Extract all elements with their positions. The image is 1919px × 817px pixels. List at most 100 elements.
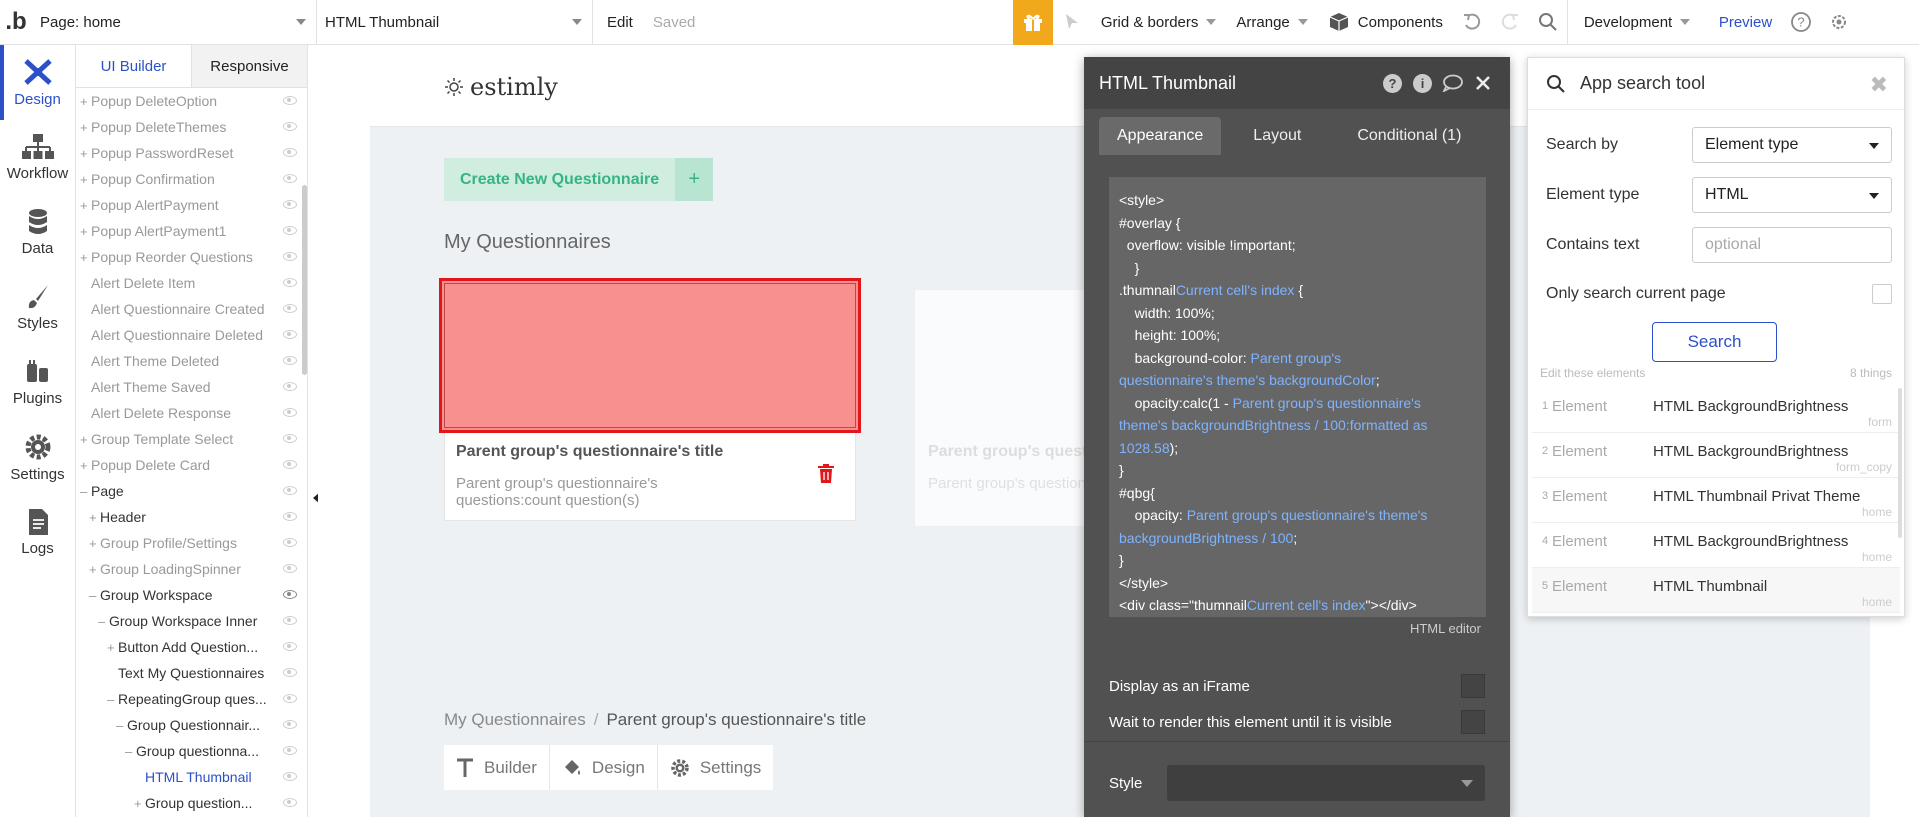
tab-appearance[interactable]: Appearance: [1099, 117, 1222, 155]
rail-plugins[interactable]: Plugins: [0, 345, 75, 420]
breadcrumb-root[interactable]: My Questionnaires: [444, 710, 586, 729]
development-menu[interactable]: Development: [1566, 0, 1709, 45]
dynamic-expression[interactable]: Current cell's index: [1176, 282, 1295, 298]
tree-item[interactable]: Alert Questionnaire Created: [76, 296, 307, 322]
expand-icon[interactable]: +: [80, 146, 91, 161]
tree-item[interactable]: – Group questionna...: [76, 738, 307, 764]
eye-icon[interactable]: [283, 694, 297, 703]
tree-item[interactable]: + Group question...: [76, 790, 307, 816]
collapse-icon[interactable]: –: [80, 484, 91, 499]
select-cursor-icon[interactable]: [1053, 0, 1091, 45]
eye-icon[interactable]: [283, 356, 297, 365]
expand-icon[interactable]: +: [134, 796, 145, 811]
wait-render-checkbox[interactable]: [1461, 710, 1485, 734]
search-tool-header[interactable]: App search tool: [1528, 58, 1904, 110]
tree-item[interactable]: + Popup Reorder Questions: [76, 244, 307, 270]
eye-icon[interactable]: [283, 408, 297, 417]
help-button[interactable]: ?: [1380, 73, 1405, 93]
bubble-logo[interactable]: .b: [0, 0, 32, 45]
contains-text-input[interactable]: optional: [1692, 227, 1892, 263]
tree-item[interactable]: Alert Questionnaire Deleted: [76, 322, 307, 348]
collapse-icon[interactable]: –: [89, 588, 100, 603]
dynamic-expression[interactable]: backgroundBrightness / 100: [1119, 530, 1293, 546]
tree-item[interactable]: + Popup Delete Card: [76, 452, 307, 478]
expand-icon[interactable]: +: [80, 120, 91, 135]
display-iframe-checkbox[interactable]: [1461, 674, 1485, 698]
my-questionnaires-heading[interactable]: My Questionnaires: [444, 231, 611, 254]
dynamic-expression[interactable]: Current cell's index: [1247, 597, 1366, 613]
card-question-count[interactable]: Parent group's questionnaire's questions…: [456, 475, 696, 509]
search-result-row[interactable]: 5 Element HTML Thumbnail home: [1532, 568, 1900, 613]
search-button[interactable]: Search: [1652, 322, 1777, 362]
create-questionnaire-button[interactable]: Create New Questionnaire +: [444, 158, 714, 201]
eye-icon[interactable]: [283, 798, 297, 807]
expand-icon[interactable]: +: [80, 458, 91, 473]
html-editor-link[interactable]: HTML editor: [1410, 621, 1481, 636]
edit-these-elements-link[interactable]: Edit these elements: [1540, 366, 1645, 380]
tree-item[interactable]: Alert Theme Deleted: [76, 348, 307, 374]
grid-borders-menu[interactable]: Grid & borders: [1091, 0, 1227, 45]
tab-responsive[interactable]: Responsive: [192, 45, 307, 87]
rail-settings[interactable]: Settings: [0, 420, 75, 495]
eye-icon[interactable]: [283, 382, 297, 391]
eye-icon[interactable]: [283, 720, 297, 729]
tab-design[interactable]: Design: [550, 745, 658, 790]
eye-icon[interactable]: [283, 304, 297, 313]
eye-icon[interactable]: [283, 590, 297, 599]
info-button[interactable]: i: [1410, 73, 1435, 93]
eye-icon[interactable]: [283, 564, 297, 573]
undo-button[interactable]: [1453, 0, 1491, 45]
tree-item[interactable]: – Page: [76, 478, 307, 504]
search-by-select[interactable]: Element type: [1692, 127, 1892, 163]
search-result-row[interactable]: 3 Element HTML Thumbnail Privat Theme home: [1532, 478, 1900, 523]
style-dropdown[interactable]: [1167, 765, 1485, 801]
tab-conditional[interactable]: Conditional (1): [1339, 117, 1479, 155]
delete-card-button[interactable]: [818, 464, 834, 486]
rail-styles[interactable]: Styles: [0, 270, 75, 345]
tree-item[interactable]: + Popup Confirmation: [76, 166, 307, 192]
eye-icon[interactable]: [283, 434, 297, 443]
tree-item[interactable]: Alert Delete Item: [76, 270, 307, 296]
tree-scrollbar[interactable]: [302, 185, 307, 375]
search-result-row[interactable]: 2 Element HTML BackgroundBrightness form_co…: [1532, 433, 1900, 478]
expand-icon[interactable]: +: [80, 198, 91, 213]
dynamic-expression[interactable]: Parent group's: [1251, 350, 1342, 366]
tree-item[interactable]: + Popup DeleteThemes: [76, 114, 307, 140]
dynamic-expression[interactable]: Parent group's questionnaire's theme's: [1187, 507, 1428, 523]
tree-item[interactable]: + Header: [76, 504, 307, 530]
rail-workflow[interactable]: Workflow: [0, 120, 75, 195]
rail-logs[interactable]: Logs: [0, 495, 75, 570]
expand-icon[interactable]: +: [80, 224, 91, 239]
preview-button[interactable]: Preview: [1709, 0, 1782, 45]
page-select[interactable]: Page: home: [32, 0, 317, 45]
rail-design[interactable]: Design: [0, 45, 75, 120]
tree-item[interactable]: + Popup PasswordReset: [76, 140, 307, 166]
eye-icon[interactable]: [283, 460, 297, 469]
gift-button[interactable]: [1012, 0, 1053, 45]
eye-icon[interactable]: [283, 278, 297, 287]
eye-icon[interactable]: [283, 538, 297, 547]
only-current-checkbox[interactable]: [1872, 284, 1892, 304]
expand-icon[interactable]: +: [89, 562, 100, 577]
search-button[interactable]: [1529, 0, 1567, 45]
redo-button[interactable]: [1491, 0, 1529, 45]
tab-settings[interactable]: Settings: [658, 745, 773, 790]
dynamic-expression[interactable]: questionnaire's theme's backgroundColor: [1119, 372, 1376, 388]
eye-icon[interactable]: [283, 200, 297, 209]
eye-icon[interactable]: [283, 252, 297, 261]
tab-builder[interactable]: Builder: [444, 745, 550, 790]
eye-icon[interactable]: [283, 122, 297, 131]
help-button[interactable]: ?: [1782, 0, 1820, 45]
eye-icon[interactable]: [283, 330, 297, 339]
tree-item[interactable]: HTML Thumbnail: [76, 764, 307, 790]
comment-button[interactable]: [1440, 73, 1465, 93]
eye-icon[interactable]: [283, 486, 297, 495]
arrange-menu[interactable]: Arrange: [1226, 0, 1317, 45]
tree-item[interactable]: – Group Workspace: [76, 582, 307, 608]
tree-item[interactable]: Text My Questionnaires: [76, 660, 307, 686]
collapse-icon[interactable]: –: [107, 692, 118, 707]
eye-icon[interactable]: [283, 746, 297, 755]
collapse-icon[interactable]: –: [125, 744, 136, 759]
element-select[interactable]: HTML Thumbnail: [317, 0, 593, 45]
tree-item[interactable]: + Popup DeleteOption: [76, 88, 307, 114]
